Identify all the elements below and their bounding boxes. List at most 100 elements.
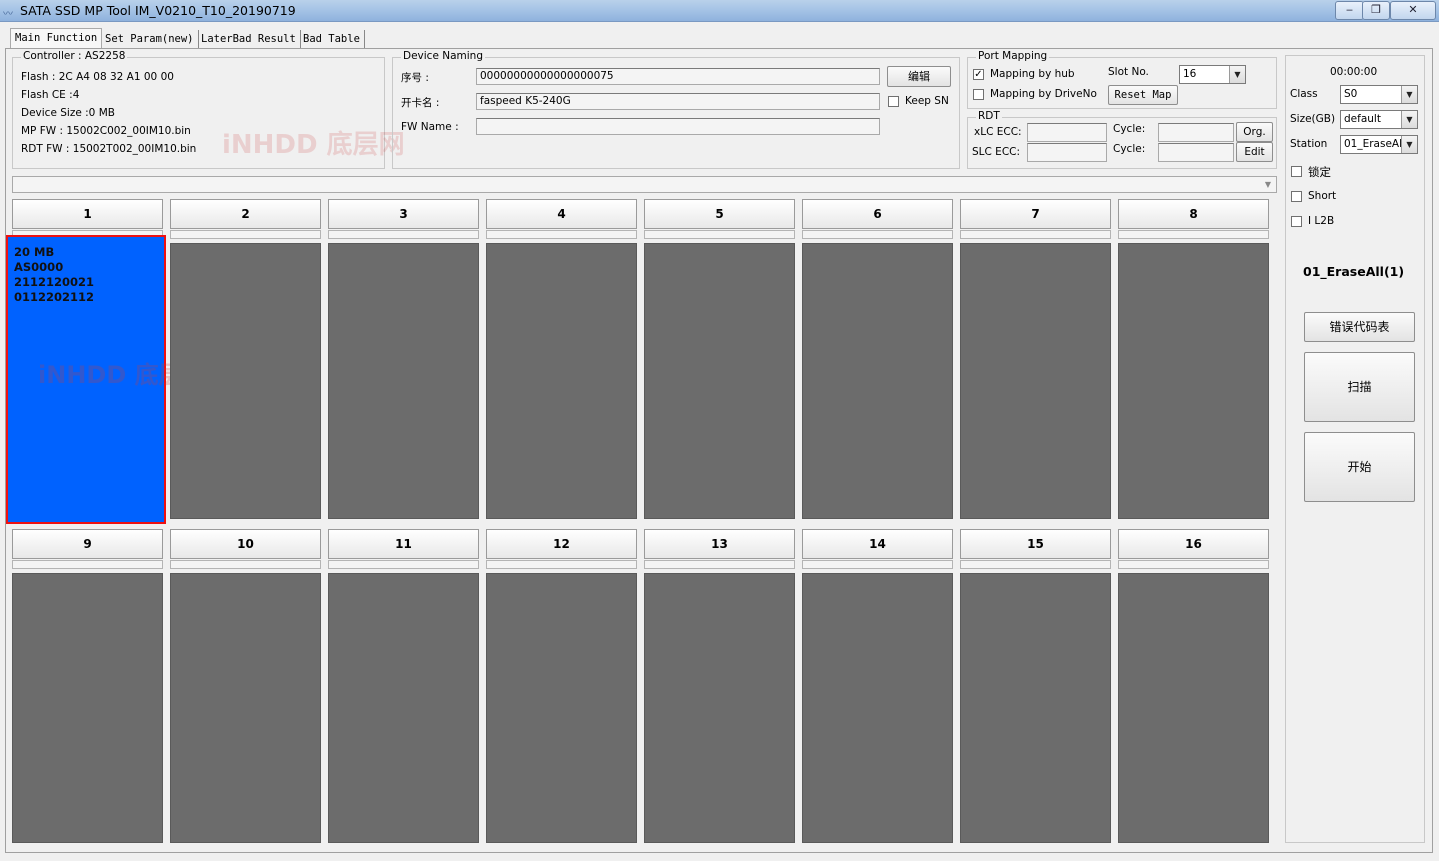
slot-panel[interactable] xyxy=(960,573,1111,843)
status-combo[interactable]: ▼ xyxy=(12,176,1277,193)
il2b-label: I L2B xyxy=(1308,215,1335,227)
slot-progress-bar xyxy=(644,560,795,569)
slot-info-line: AS0000 xyxy=(14,260,64,274)
maximize-button[interactable]: ❐ xyxy=(1362,1,1390,20)
slot-panel[interactable] xyxy=(802,573,953,843)
slot-panel[interactable] xyxy=(12,573,163,843)
slot-progress-bar xyxy=(1118,560,1269,569)
slot-header[interactable]: 13 xyxy=(644,529,795,559)
slot-progress-bar xyxy=(802,560,953,569)
start-button[interactable]: 开始 xyxy=(1304,432,1415,502)
rdt-title: RDT xyxy=(976,110,1002,122)
slot-header[interactable]: 5 xyxy=(644,199,795,229)
slot-panel[interactable] xyxy=(328,243,479,519)
slot-no-select[interactable]: 16 ▼ xyxy=(1179,65,1246,84)
controller-title: Controller : AS2258 xyxy=(21,50,128,62)
window-title: SATA SSD MP Tool IM_V0210_T10_20190719 xyxy=(20,3,296,18)
slot-header[interactable]: 11 xyxy=(328,529,479,559)
slot-panel[interactable] xyxy=(1118,243,1269,519)
slot-panel[interactable] xyxy=(960,243,1111,519)
slot-info-line: 20 MB xyxy=(14,245,55,259)
rdt-fw: RDT FW : 15002T002_00IM10.bin xyxy=(21,143,197,155)
fw-name-input[interactable] xyxy=(476,118,880,135)
reset-map-button[interactable]: Reset Map xyxy=(1108,85,1178,105)
slot-header[interactable]: 6 xyxy=(802,199,953,229)
slot-progress-bar xyxy=(170,230,321,239)
station-label: Station xyxy=(1290,138,1328,150)
class-label: Class xyxy=(1290,88,1318,100)
slot-header[interactable]: 1 xyxy=(12,199,163,229)
slot-header[interactable]: 10 xyxy=(170,529,321,559)
card-name-input[interactable]: faspeed K5-240G xyxy=(476,93,880,110)
lock-label: 锁定 xyxy=(1308,165,1331,179)
slot-panel[interactable] xyxy=(644,573,795,843)
rdt-edit-button[interactable]: Edit xyxy=(1236,142,1273,162)
il2b-checkbox[interactable] xyxy=(1291,216,1302,227)
xlc-ecc-input[interactable] xyxy=(1027,123,1107,142)
chevron-down-icon: ▼ xyxy=(1229,66,1245,83)
mapping-by-driveno-checkbox[interactable] xyxy=(973,89,984,100)
slot-progress-bar xyxy=(170,560,321,569)
port-mapping-title: Port Mapping xyxy=(976,50,1050,62)
mapping-by-hub-checkbox[interactable]: ✓ xyxy=(973,69,984,80)
slot-panel[interactable] xyxy=(1118,573,1269,843)
tab-set-param[interactable]: Set Param(new) xyxy=(101,30,199,48)
slot-header[interactable]: 2 xyxy=(170,199,321,229)
cycle-input-2[interactable] xyxy=(1158,143,1234,162)
cycle-input-1[interactable] xyxy=(1158,123,1234,142)
size-value: default xyxy=(1344,113,1381,125)
error-code-table-button[interactable]: 错误代码表 xyxy=(1304,312,1415,342)
watermark-logo: iNHDD 底层网 xyxy=(222,130,405,160)
slot-panel[interactable] xyxy=(170,243,321,519)
lock-checkbox[interactable] xyxy=(1291,166,1302,177)
chevron-down-icon: ▼ xyxy=(1401,136,1417,153)
slot-header[interactable]: 4 xyxy=(486,199,637,229)
scan-button[interactable]: 扫描 xyxy=(1304,352,1415,422)
slot-progress-bar xyxy=(644,230,795,239)
slot-panel[interactable] xyxy=(486,573,637,843)
short-label: Short xyxy=(1308,190,1337,202)
short-checkbox[interactable] xyxy=(1291,191,1302,202)
slot-header[interactable]: 12 xyxy=(486,529,637,559)
slot-panel[interactable] xyxy=(328,573,479,843)
slot-progress-bar xyxy=(328,560,479,569)
slot-header[interactable]: 9 xyxy=(12,529,163,559)
slc-ecc-input[interactable] xyxy=(1027,143,1107,162)
mapping-by-driveno-label: Mapping by DriveNo xyxy=(990,88,1097,100)
edit-serial-button[interactable]: 编辑 xyxy=(887,66,951,87)
slot-header[interactable]: 16 xyxy=(1118,529,1269,559)
slot-header[interactable]: 14 xyxy=(802,529,953,559)
slot-panel[interactable] xyxy=(802,243,953,519)
chevron-down-icon: ▼ xyxy=(1264,180,1272,189)
slot-no-label: Slot No. xyxy=(1108,66,1149,78)
slot-header[interactable]: 15 xyxy=(960,529,1111,559)
keep-sn-checkbox[interactable] xyxy=(888,96,899,107)
slot-header[interactable]: 8 xyxy=(1118,199,1269,229)
flash-id: Flash : 2C A4 08 32 A1 00 00 xyxy=(21,71,174,83)
cycle-label-2: Cycle: xyxy=(1113,143,1146,155)
cycle-label-1: Cycle: xyxy=(1113,123,1146,135)
flash-ce: Flash CE :4 xyxy=(21,89,80,101)
class-select[interactable]: S0 ▼ xyxy=(1340,85,1418,104)
minimize-button[interactable]: ‒ xyxy=(1335,1,1364,20)
slot-panel[interactable] xyxy=(170,573,321,843)
close-button[interactable]: ✕ xyxy=(1390,1,1436,20)
serial-input[interactable]: 00000000000000000075 xyxy=(476,68,880,85)
tab-laterbad-result[interactable]: LaterBad Result xyxy=(197,30,301,48)
org-button[interactable]: Org. xyxy=(1236,122,1273,142)
device-naming-title: Device Naming xyxy=(401,50,486,62)
slot-panel[interactable]: 20 MB AS0000 2112120021 0112202112 iNHDD 底层网 xyxy=(6,235,207,524)
fw-name-label: FW Name : xyxy=(401,121,459,133)
size-select[interactable]: default ▼ xyxy=(1340,110,1418,129)
station-select[interactable]: 01_EraseAl ▼ xyxy=(1340,135,1418,154)
xlc-ecc-label: xLC ECC: xyxy=(974,126,1022,138)
tab-bad-table[interactable]: Bad Table xyxy=(299,30,365,48)
slot-header[interactable]: 3 xyxy=(328,199,479,229)
mp-fw: MP FW : 15002C002_00IM10.bin xyxy=(21,125,191,137)
slot-panel[interactable] xyxy=(486,243,637,519)
device-size: Device Size :0 MB xyxy=(21,107,115,119)
tab-main-function[interactable]: Main Function xyxy=(10,28,103,50)
slot-panel[interactable] xyxy=(644,243,795,519)
slot-header[interactable]: 7 xyxy=(960,199,1111,229)
chevron-down-icon: ▼ xyxy=(1401,111,1417,128)
